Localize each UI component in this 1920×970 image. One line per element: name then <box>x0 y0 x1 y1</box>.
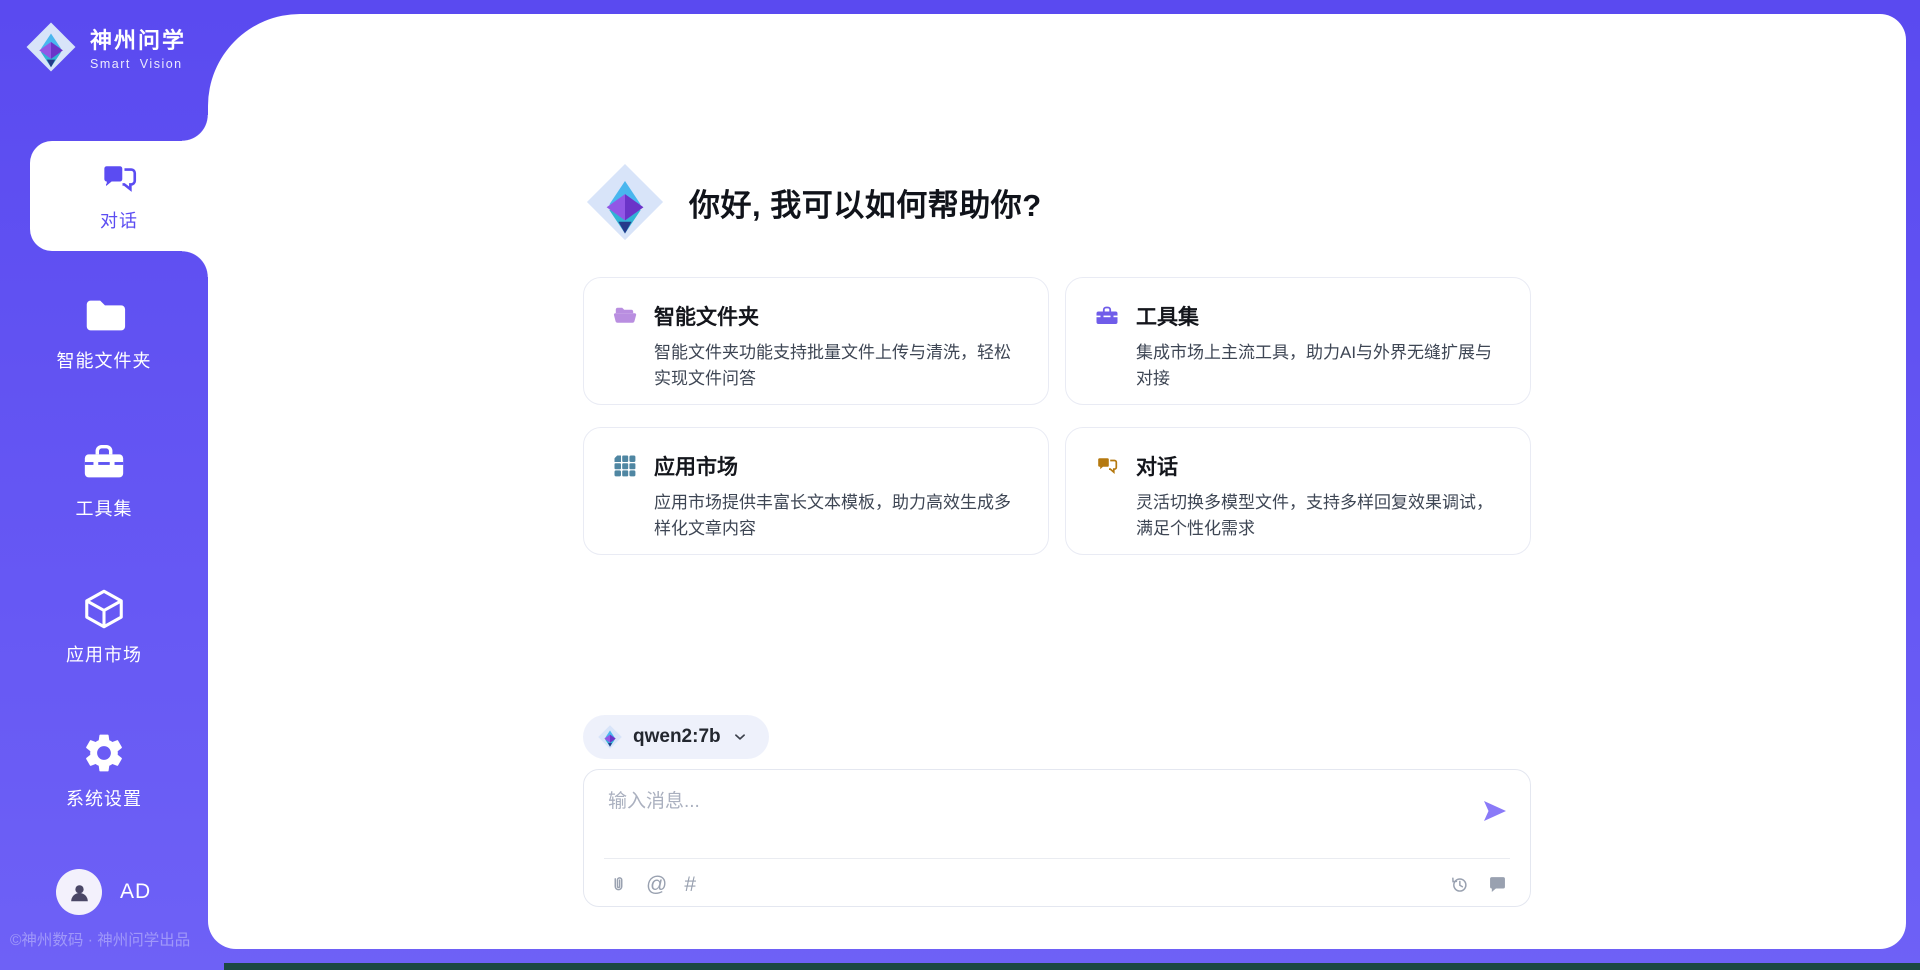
gear-icon <box>81 730 127 776</box>
feature-card-toolset[interactable]: 工具集 集成市场上主流工具，助力AI与外界无缝扩展与对接 <box>1065 277 1531 405</box>
message-input[interactable] <box>606 784 1450 848</box>
sidebar-item-label: 对话 <box>100 207 138 233</box>
paperclip-icon <box>608 874 629 895</box>
sidebar-item-app-market[interactable]: 应用市场 <box>0 586 208 667</box>
model-name: qwen2:7b <box>633 726 721 748</box>
feature-card-smart-folders[interactable]: 智能文件夹 智能文件夹功能支持批量文件上传与清洗，轻松实现文件问答 <box>583 277 1049 405</box>
send-icon <box>1480 796 1510 826</box>
card-description: 智能文件夹功能支持批量文件上传与清洗，轻松实现文件问答 <box>654 340 1020 391</box>
model-selector[interactable]: qwen2:7b <box>583 715 769 759</box>
card-description: 灵活切换多模型文件，支持多样回复效果调试，满足个性化需求 <box>1136 490 1502 541</box>
app-root: 神州问学 Smart Vision 对话 智能文件夹 工具集 应用市场 系统设置 <box>0 0 1920 970</box>
attach-button[interactable] <box>608 874 629 895</box>
avatar <box>56 869 102 915</box>
user-name: AD <box>120 880 151 904</box>
toolbox-icon <box>81 440 127 486</box>
open-folder-icon <box>613 304 637 328</box>
feature-cards: 智能文件夹 智能文件夹功能支持批量文件上传与清洗，轻松实现文件问答 工具集 集成… <box>583 277 1531 555</box>
person-icon <box>66 879 93 906</box>
grid-icon <box>613 454 637 478</box>
greeting: 你好, 我可以如何帮助你? <box>583 160 1531 244</box>
topic-button[interactable]: # <box>684 874 696 895</box>
sidebar-item-chat[interactable]: 对话 <box>30 141 208 251</box>
copyright-footer: ©神州数码 · 神州问学出品 <box>10 928 190 950</box>
brand-subtitle: Smart Vision <box>90 57 186 71</box>
history-button[interactable] <box>1449 874 1470 895</box>
sidebar-item-label: 应用市场 <box>66 641 142 667</box>
cube-icon <box>81 586 127 632</box>
card-title: 智能文件夹 <box>654 301 759 331</box>
card-title: 应用市场 <box>654 451 738 481</box>
card-title: 工具集 <box>1136 301 1199 331</box>
history-icon <box>1449 874 1470 895</box>
mention-button[interactable]: @ <box>646 874 667 895</box>
feedback-button[interactable] <box>1487 874 1508 895</box>
send-button[interactable] <box>1480 796 1510 826</box>
sidebar-item-label: 系统设置 <box>66 785 142 811</box>
chat-bubble-icon <box>1095 454 1119 478</box>
card-description: 应用市场提供丰富长文本模板，助力高效生成多样化文章内容 <box>654 490 1020 541</box>
folder-icon <box>81 292 127 338</box>
card-title: 对话 <box>1136 451 1178 481</box>
sidebar-item-label: 工具集 <box>76 495 133 521</box>
brand-logo-icon <box>24 20 78 74</box>
card-description: 集成市场上主流工具，助力AI与外界无缝扩展与对接 <box>1136 340 1502 391</box>
briefcase-icon <box>1095 304 1119 328</box>
composer: @ # <box>583 769 1531 907</box>
divider <box>604 858 1510 859</box>
sidebar-item-toolset[interactable]: 工具集 <box>0 440 208 521</box>
bottom-strip <box>224 963 1920 970</box>
chevron-down-icon <box>731 728 749 746</box>
user-profile[interactable]: AD <box>56 869 151 915</box>
brand-name: 神州问学 <box>90 23 186 55</box>
chat-bubbles-icon <box>98 159 140 201</box>
sidebar-item-system-settings[interactable]: 系统设置 <box>0 730 208 811</box>
sidebar-item-smart-folders[interactable]: 智能文件夹 <box>0 292 208 373</box>
chat-bubble-filled-icon <box>1487 874 1508 895</box>
assistant-logo-icon <box>583 160 667 244</box>
feature-card-app-market[interactable]: 应用市场 应用市场提供丰富长文本模板，助力高效生成多样化文章内容 <box>583 427 1049 555</box>
brand[interactable]: 神州问学 Smart Vision <box>24 20 186 74</box>
feature-card-chat[interactable]: 对话 灵活切换多模型文件，支持多样回复效果调试，满足个性化需求 <box>1065 427 1531 555</box>
model-logo-icon <box>597 724 623 750</box>
sidebar: 神州问学 Smart Vision 对话 智能文件夹 工具集 应用市场 系统设置 <box>0 0 208 970</box>
greeting-title: 你好, 我可以如何帮助你? <box>689 180 1042 225</box>
main-panel: 你好, 我可以如何帮助你? 智能文件夹 智能文件夹功能支持批量文件上传与清洗，轻… <box>208 14 1906 949</box>
sidebar-item-label: 智能文件夹 <box>57 347 152 373</box>
composer-toolbar: @ # <box>608 869 1508 899</box>
